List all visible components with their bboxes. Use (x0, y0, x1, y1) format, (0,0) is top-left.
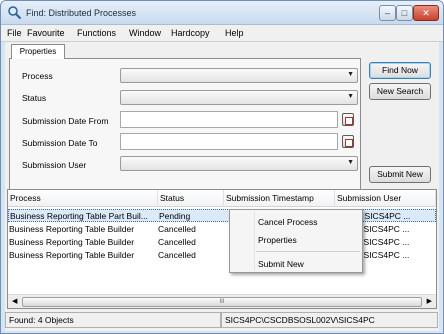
menu-item-submit-new[interactable]: Submit New (258, 259, 304, 269)
status-label: Status (22, 93, 47, 103)
menu-hardcopy[interactable]: Hardcopy (171, 28, 210, 38)
cell-process: Business Reporting Table Builder (9, 224, 135, 234)
minimize-button[interactable]: – (379, 5, 396, 21)
scroll-left-icon[interactable]: ◀ (12, 297, 17, 305)
submit-new-button[interactable]: Submit New (369, 166, 431, 183)
scroll-right-icon[interactable]: ▶ (427, 297, 432, 305)
table-row[interactable]: Business Reporting Table Builder Cancell… (8, 249, 436, 262)
calendar-icon[interactable] (342, 113, 354, 126)
column-header-status[interactable]: Status (158, 190, 224, 207)
chevron-down-icon: ▼ (347, 93, 354, 100)
grid-header: Process Status Submission Timestamp Subm… (8, 190, 436, 207)
cell-process: Business Reporting Table Builder (9, 250, 135, 260)
results-grid: Process Status Submission Timestamp Subm… (7, 189, 437, 309)
find-now-button[interactable]: Find Now (369, 62, 431, 79)
process-label: Process (22, 71, 53, 81)
menu-functions[interactable]: Functions (77, 28, 116, 38)
context-menu: Cancel Process Properties Submit New (229, 209, 363, 273)
cell-process: Business Reporting Table Builder (9, 237, 135, 247)
new-search-button[interactable]: New Search (369, 83, 431, 100)
menu-item-cancel-process[interactable]: Cancel Process (258, 217, 318, 227)
window-client: Properties Process ▼ Status ▼ Submission… (5, 42, 439, 331)
calendar-icon[interactable] (342, 135, 354, 148)
menu-favourite[interactable]: Favourite (27, 28, 65, 38)
column-header-process[interactable]: Process (8, 190, 158, 207)
tab-properties[interactable]: Properties (11, 44, 65, 59)
find-window: Find: Distributed Processes – □ ✕ File F… (0, 0, 444, 334)
menu-file[interactable]: File (7, 28, 22, 38)
date-from-label: Submission Date From (22, 116, 109, 126)
title-bar[interactable]: Find: Distributed Processes – □ ✕ (1, 1, 443, 25)
menu-gutter (254, 212, 255, 270)
table-row[interactable]: Business Reporting Table Builder Cancell… (8, 236, 436, 249)
status-bar: Found: 4 Objects SICS4PC\CSCDBSOSL002V\S… (5, 310, 439, 330)
scrollbar-thumb[interactable]: III (22, 297, 422, 307)
table-row[interactable]: Business Reporting Table Builder Cancell… (8, 223, 436, 236)
cell-process: Business Reporting Table Part Buil... (10, 211, 148, 221)
window-title: Find: Distributed Processes (26, 8, 137, 18)
user-combo[interactable]: ▼ (120, 156, 358, 171)
user-label: Submission User (22, 160, 87, 170)
process-combo[interactable]: ▼ (120, 68, 358, 83)
menu-help[interactable]: Help (225, 28, 244, 38)
menu-item-properties[interactable]: Properties (258, 235, 297, 245)
chevron-down-icon: ▼ (347, 159, 354, 166)
status-count: Found: 4 Objects (5, 312, 221, 328)
cell-status: Cancelled (158, 224, 196, 234)
column-header-user[interactable]: Submission User (335, 190, 436, 207)
cell-status: Cancelled (158, 237, 196, 247)
date-to-label: Submission Date To (22, 138, 98, 148)
column-header-timestamp[interactable]: Submission Timestamp (224, 190, 335, 207)
chevron-down-icon: ▼ (347, 71, 354, 78)
status-combo[interactable]: ▼ (120, 90, 358, 105)
close-button[interactable]: ✕ (413, 5, 439, 21)
date-to-field[interactable] (120, 133, 338, 150)
menu-window[interactable]: Window (129, 28, 161, 38)
date-from-field[interactable] (120, 111, 338, 128)
horizontal-scrollbar[interactable]: ◀ III ▶ (8, 294, 436, 308)
magnifier-icon (8, 6, 22, 20)
cell-status: Cancelled (158, 250, 196, 260)
table-row[interactable]: Business Reporting Table Part Buil... Pe… (8, 209, 436, 222)
status-path: SICS4PC\CSCDBSOSL002V\SICS4PC (221, 312, 438, 328)
menu-bar: File Favourite Functions Window Hardcopy… (1, 25, 443, 42)
cell-status: Pending (159, 211, 191, 221)
maximize-button[interactable]: □ (396, 5, 413, 21)
menu-separator (256, 251, 360, 252)
